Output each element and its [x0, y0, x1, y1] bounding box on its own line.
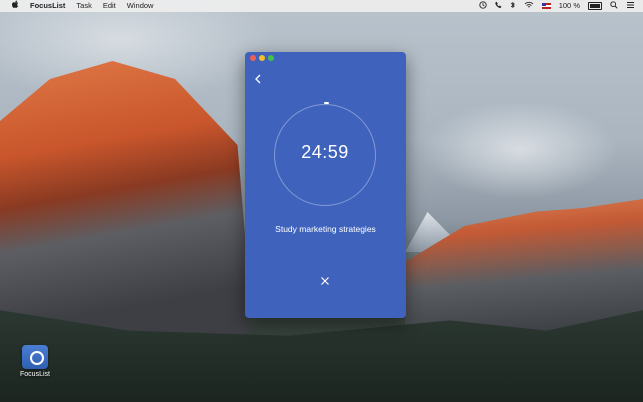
- notification-center-icon[interactable]: [626, 1, 635, 11]
- desktop-app-icon[interactable]: FocusList: [16, 345, 54, 378]
- focuslist-app-icon: [22, 345, 48, 369]
- menu-window[interactable]: Window: [127, 0, 154, 12]
- timer-countdown: 24:59: [301, 142, 349, 162]
- input-source-flag-icon[interactable]: [541, 3, 551, 9]
- window-minimize-button[interactable]: [259, 55, 265, 61]
- focus-timer-window: 24:59 Study marketing strategies: [245, 52, 406, 318]
- current-task-title: Study marketing strategies: [275, 224, 376, 234]
- window-titlebar[interactable]: [245, 52, 406, 64]
- window-close-button[interactable]: [250, 55, 256, 61]
- phone-icon[interactable]: [495, 1, 502, 11]
- menu-bar: FocusList Task Edit Window 100 %: [0, 0, 643, 12]
- wifi-icon[interactable]: [524, 1, 534, 11]
- menu-edit[interactable]: Edit: [103, 0, 116, 12]
- battery-percent: 100 %: [558, 1, 580, 10]
- bluetooth-icon[interactable]: [510, 1, 516, 11]
- cancel-timer-close-icon[interactable]: [318, 274, 332, 288]
- battery-icon[interactable]: [588, 2, 602, 10]
- spotlight-search-icon[interactable]: [610, 1, 618, 11]
- desktop-icon-label: FocusList: [20, 371, 50, 378]
- apple-icon[interactable]: [11, 0, 19, 13]
- timer-status-icon[interactable]: [479, 1, 487, 11]
- menu-task[interactable]: Task: [76, 0, 91, 12]
- menu-app-name[interactable]: FocusList: [30, 0, 65, 12]
- wallpaper-cliff-left: [0, 61, 250, 355]
- back-chevron-icon[interactable]: [252, 74, 264, 86]
- timer-progress-indicator: [324, 102, 329, 104]
- window-zoom-button[interactable]: [268, 55, 274, 61]
